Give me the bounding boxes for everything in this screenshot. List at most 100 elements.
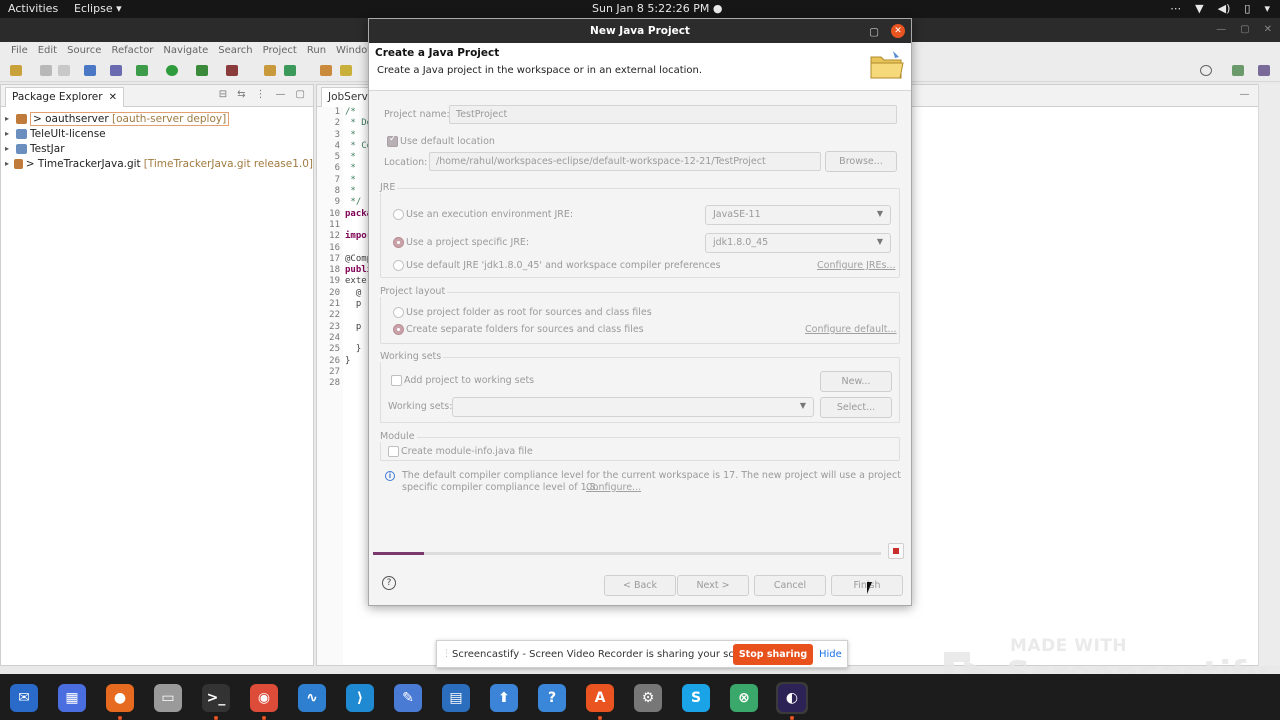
dock-chrome[interactable]: ◉ xyxy=(248,682,280,714)
project-name-input[interactable]: TestProject xyxy=(449,105,897,124)
perspective-icon[interactable] xyxy=(1232,65,1244,76)
layout-root-radio[interactable] xyxy=(393,307,404,318)
tree-item[interactable]: ▸ TestJar xyxy=(5,141,313,156)
configure-default-link[interactable]: Configure default... xyxy=(805,324,897,335)
add-to-working-sets-checkbox[interactable] xyxy=(391,375,402,386)
expand-arrow-icon[interactable]: ▸ xyxy=(5,144,13,153)
configure-compliance-link[interactable]: Configure... xyxy=(586,482,641,493)
back-button[interactable]: < Back xyxy=(604,575,676,596)
dock-screenshot[interactable]: ▦ xyxy=(56,682,88,714)
dock-firefox[interactable]: ● xyxy=(104,682,136,714)
new-icon[interactable] xyxy=(10,65,22,76)
tree-item[interactable]: ▸ > oauthserver [oauth-server deploy] xyxy=(5,111,313,126)
save-icon[interactable] xyxy=(40,65,52,76)
browse-button[interactable]: Browse... xyxy=(825,151,897,172)
debug-icon[interactable] xyxy=(136,65,148,76)
coverage-icon[interactable] xyxy=(196,65,208,76)
expand-arrow-icon[interactable]: ▸ xyxy=(5,114,13,123)
run-icon[interactable] xyxy=(166,65,178,76)
expand-arrow-icon[interactable]: ▸ xyxy=(5,159,11,168)
skip-breakpoints-icon[interactable] xyxy=(110,65,122,76)
menu-dots-icon[interactable]: ⋯ xyxy=(1170,2,1181,15)
tree-item[interactable]: ▸ TeleUlt-license xyxy=(5,126,313,141)
dock-ubuntu-software[interactable]: A xyxy=(584,682,616,714)
expand-arrow-icon[interactable]: ▸ xyxy=(5,129,13,138)
java-perspective-icon[interactable] xyxy=(1258,65,1270,76)
dock-vscode[interactable]: ⟩ xyxy=(344,682,376,714)
wifi-icon[interactable]: ▼ xyxy=(1195,2,1203,15)
jre-env-select[interactable]: JavaSE-11 ▼ xyxy=(705,205,891,225)
dock-thunderbird[interactable]: ✉ xyxy=(8,682,40,714)
next-button[interactable]: Next > xyxy=(677,575,749,596)
link-editor-icon[interactable]: ⇆ xyxy=(237,89,245,100)
dock-skype[interactable]: S xyxy=(680,682,712,714)
dock-settings[interactable]: ⚙ xyxy=(632,682,664,714)
terminal-icon[interactable] xyxy=(84,65,96,76)
menu-item-source[interactable]: Source xyxy=(62,42,106,60)
stop-sharing-button[interactable]: Stop sharing xyxy=(733,644,813,665)
dock-eclipse[interactable]: ◐ xyxy=(776,682,808,714)
drag-handle-icon[interactable]: ⋮ xyxy=(442,649,451,659)
create-module-info-checkbox[interactable] xyxy=(388,446,399,457)
system-tray[interactable]: ⋯ ▼ ◀) ▯ ▾ xyxy=(1170,2,1270,15)
search-toolbar-icon[interactable] xyxy=(340,65,352,76)
stop-icon[interactable] xyxy=(888,543,904,559)
close-icon[interactable]: ✕ xyxy=(891,24,905,38)
use-default-location-checkbox[interactable] xyxy=(387,134,398,147)
help-icon[interactable]: ? xyxy=(382,576,396,590)
new-class-icon[interactable] xyxy=(284,65,296,76)
new-package-icon[interactable] xyxy=(264,65,276,76)
save-all-icon[interactable] xyxy=(58,65,70,76)
app-menu[interactable]: Eclipse ▾ xyxy=(74,2,122,15)
clock[interactable]: Sun Jan 8 5:22:26 PM ● xyxy=(592,2,723,15)
close-icon[interactable]: ✕ xyxy=(1264,24,1272,35)
activities-button[interactable]: Activities xyxy=(8,2,58,15)
menu-item-run[interactable]: Run xyxy=(302,42,331,60)
minimize-icon[interactable]: — xyxy=(1240,89,1250,100)
dock-files[interactable]: ▭ xyxy=(152,682,184,714)
layout-separate-radio[interactable] xyxy=(393,324,404,335)
maximize-icon[interactable]: ▢ xyxy=(296,89,305,100)
dock-libreoffice-writer[interactable]: ▤ xyxy=(440,682,472,714)
tree-item[interactable]: ▸ > TimeTrackerJava.git [TimeTrackerJava… xyxy=(5,156,313,171)
new-working-set-button[interactable]: New... xyxy=(820,371,892,392)
cancel-button[interactable]: Cancel xyxy=(754,575,826,596)
minimize-icon[interactable]: — xyxy=(1216,24,1226,35)
external-tools-icon[interactable] xyxy=(226,65,238,76)
dock-remmina[interactable]: ⊗ xyxy=(728,682,760,714)
volume-icon[interactable]: ◀) xyxy=(1218,2,1231,15)
battery-icon[interactable]: ▯ xyxy=(1244,2,1250,15)
configure-jres-link[interactable]: Configure JREs... xyxy=(817,260,895,271)
menu-item-edit[interactable]: Edit xyxy=(33,42,62,60)
dock-terminal[interactable]: >_ xyxy=(200,682,232,714)
select-working-sets-button[interactable]: Select... xyxy=(820,397,892,418)
menu-item-file[interactable]: File xyxy=(6,42,33,60)
jre-env-radio[interactable] xyxy=(393,209,404,220)
dock-text-editor[interactable]: ✎ xyxy=(392,682,424,714)
search-icon[interactable] xyxy=(1200,65,1212,76)
hide-link[interactable]: Hide xyxy=(819,649,842,660)
open-type-icon[interactable] xyxy=(320,65,332,76)
view-menu-icon[interactable]: ⋮ xyxy=(256,89,266,100)
dock-help[interactable]: ? xyxy=(536,682,568,714)
maximize-icon[interactable]: ▢ xyxy=(869,20,879,44)
menu-item-search[interactable]: Search xyxy=(213,42,257,60)
tree-item-label: > TimeTrackerJava.git xyxy=(25,157,141,170)
menu-item-project[interactable]: Project xyxy=(258,42,302,60)
dock-system-monitor[interactable]: ∿ xyxy=(296,682,328,714)
dock-software-updater[interactable]: ⬆ xyxy=(488,682,520,714)
menu-item-navigate[interactable]: Navigate xyxy=(158,42,213,60)
jre-specific-radio[interactable] xyxy=(393,237,404,248)
power-menu-icon[interactable]: ▾ xyxy=(1264,2,1270,15)
location-input[interactable]: /home/rahul/workspaces-eclipse/default-w… xyxy=(429,152,821,171)
jre-default-radio[interactable] xyxy=(393,260,404,271)
collapse-all-icon[interactable]: ⊟ xyxy=(219,89,227,100)
jre-specific-select[interactable]: jdk1.8.0_45 ▼ xyxy=(705,233,891,253)
tab-editor-file[interactable]: JobServ xyxy=(321,87,375,107)
maximize-icon[interactable]: ▢ xyxy=(1240,24,1249,35)
close-icon[interactable]: ✕ xyxy=(109,92,117,103)
minimize-icon[interactable]: — xyxy=(276,89,286,100)
tab-package-explorer[interactable]: Package Explorer ✕ xyxy=(5,87,124,107)
working-sets-select[interactable]: ▼ xyxy=(452,397,814,417)
menu-item-refactor[interactable]: Refactor xyxy=(106,42,158,60)
